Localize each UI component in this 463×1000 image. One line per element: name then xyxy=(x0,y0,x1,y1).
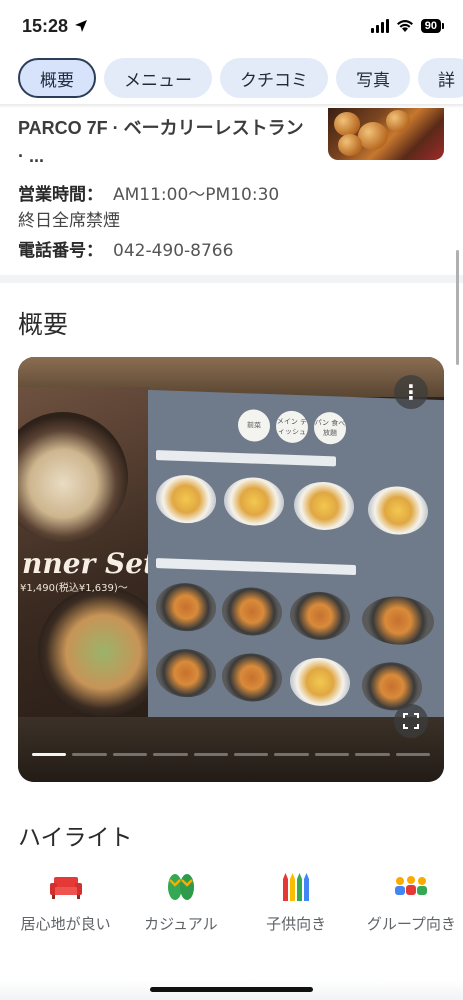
hours-row: 営業時間： AM11:00〜PM10:30 xyxy=(18,182,279,208)
menu-dish xyxy=(156,648,216,699)
tab-details[interactable]: 詳 xyxy=(418,58,463,98)
smoking-policy: 終日全席禁煙 xyxy=(18,211,120,231)
group-icon xyxy=(392,868,430,906)
pager-dot xyxy=(32,753,67,756)
address-line-1: PARCO 7F · ベーカリーレストラン xyxy=(18,118,304,138)
hours-label: 営業時間： xyxy=(18,185,103,205)
location-arrow-icon xyxy=(75,20,88,32)
menu-dish xyxy=(294,480,354,532)
highlight-label: 居心地が良い xyxy=(20,915,111,933)
pager-dot xyxy=(112,753,148,756)
highlights-title: ハイライト xyxy=(18,825,133,851)
menu-board-line xyxy=(156,450,336,467)
menu-dish xyxy=(222,652,282,703)
highlight-label: カジュアル xyxy=(144,915,218,933)
place-thumbnail[interactable] xyxy=(328,108,444,160)
home-indicator[interactable] xyxy=(150,987,313,992)
photo-pager xyxy=(32,753,431,756)
section-divider xyxy=(0,275,463,283)
menu-header-bread: パン 食べ放題 xyxy=(314,411,346,445)
battery-icon: 90 xyxy=(420,19,445,33)
highlight-casual[interactable]: カジュアル xyxy=(129,868,232,935)
status-time: 15:28 xyxy=(22,16,88,37)
pager-dot xyxy=(274,753,309,756)
menu-dish xyxy=(290,590,350,641)
pager-dot xyxy=(153,753,188,756)
pager-dot xyxy=(193,753,229,756)
sofa-icon xyxy=(47,868,85,906)
hours-value: AM11:00〜PM10:30 xyxy=(113,185,280,205)
highlight-label: グループ向き xyxy=(366,915,456,933)
highlights-list: 居心地が良い カジュアル 子供向き グループ向き xyxy=(0,868,463,935)
pager-dot xyxy=(395,753,431,756)
place-tabs: 概要 メニュー クチコミ 写真 詳 xyxy=(0,58,463,104)
crayons-icon xyxy=(277,868,315,906)
menu-dish xyxy=(368,485,428,536)
menu-dish xyxy=(224,476,284,527)
menu-dish xyxy=(290,656,350,707)
phone-value[interactable]: 042-490-8766 xyxy=(113,241,233,261)
menu-board-header: 前菜 メイン ディッシュ パン 食べ放題 xyxy=(238,408,346,445)
tab-reviews[interactable]: クチコミ xyxy=(220,58,328,98)
menu-dish xyxy=(222,586,282,637)
clock: 15:28 xyxy=(22,15,69,36)
menu-header-appetizer: 前菜 xyxy=(238,408,270,443)
status-indicators: 90 xyxy=(370,19,445,33)
menu-board-line xyxy=(156,558,356,576)
sandals-icon xyxy=(162,868,200,906)
highlight-groups[interactable]: グループ向き xyxy=(360,868,463,935)
photo-floor xyxy=(18,717,444,782)
phone-row[interactable]: 電話番号： 042-490-8766 xyxy=(18,238,233,264)
menu-header-main: メイン ディッシュ xyxy=(276,410,308,444)
address-line-2: · ... xyxy=(18,146,44,166)
highlight-label: 子供向き xyxy=(266,915,327,933)
fullscreen-icon[interactable] xyxy=(394,704,428,738)
pager-dot xyxy=(72,753,107,756)
phone-label: 電話番号： xyxy=(18,241,103,261)
photo-price-text: ¥1,490(税込¥1,639)〜 xyxy=(20,583,128,594)
tab-overview[interactable]: 概要 xyxy=(18,58,96,98)
wifi-icon xyxy=(396,20,413,32)
tab-menu[interactable]: メニュー xyxy=(104,58,212,98)
highlight-kids[interactable]: 子供向き xyxy=(245,868,348,935)
photo-dinner-set-text: nner Set xyxy=(22,547,156,580)
status-bar: 15:28 90 xyxy=(0,0,463,52)
cellular-signal-icon xyxy=(370,19,389,33)
menu-dish xyxy=(156,474,216,525)
highlight-cozy[interactable]: 居心地が良い xyxy=(14,868,117,935)
more-vert-icon[interactable]: ⋮ xyxy=(394,375,428,409)
tab-photos[interactable]: 写真 xyxy=(336,58,410,98)
scrollbar[interactable] xyxy=(456,250,459,365)
pager-dot xyxy=(314,753,350,756)
overview-photo[interactable]: nner Set ¥1,490(税込¥1,639)〜 前菜 メイン ディッシュ … xyxy=(18,357,444,782)
pager-dot xyxy=(234,753,269,756)
menu-dish xyxy=(156,582,216,633)
overview-title: 概要 xyxy=(18,310,69,339)
photo-menu-board: 前菜 メイン ディッシュ パン 食べ放題 xyxy=(148,389,444,731)
pager-dot xyxy=(355,753,390,756)
address-category: PARCO 7F · ベーカリーレストラン · ... xyxy=(18,114,308,170)
menu-dish xyxy=(362,595,434,646)
